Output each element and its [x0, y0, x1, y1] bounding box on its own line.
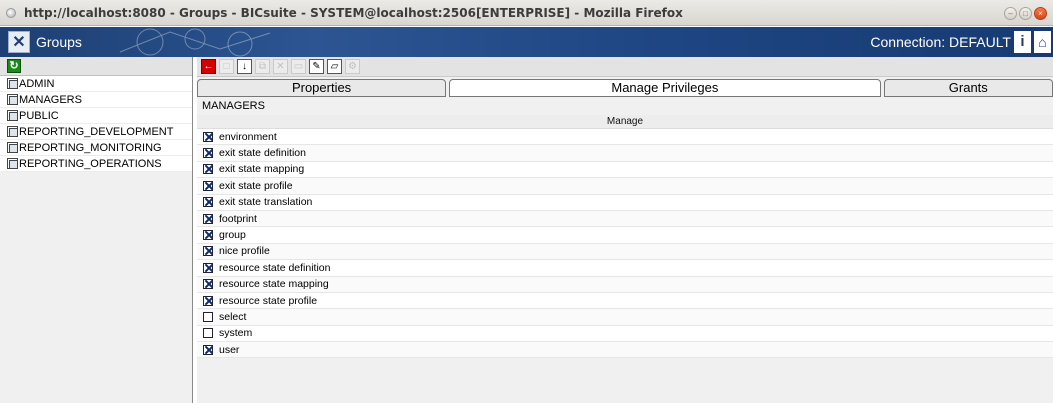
app-header: ✕ Groups Connection: DEFAULT i ⌂	[0, 27, 1053, 57]
privilege-row: system	[197, 325, 1053, 343]
privilege-checkbox[interactable]	[203, 213, 213, 224]
privilege-checkbox[interactable]	[203, 164, 213, 175]
privilege-label: exit state profile	[219, 179, 293, 192]
privilege-row: select	[197, 309, 1053, 326]
privilege-label: resource state mapping	[219, 278, 329, 291]
sidebar-item-label: REPORTING_OPERATIONS	[19, 157, 162, 170]
group-icon	[7, 126, 18, 137]
sidebar-item-reporting-monitoring[interactable]: REPORTING_MONITORING	[0, 140, 192, 156]
main-toolbar: ← □ ↓ ⧉ ✕ ▭ ✎ ▱ ⚙	[197, 57, 1053, 77]
privilege-checkbox[interactable]	[203, 197, 213, 208]
privilege-row: resource state mapping	[197, 276, 1053, 293]
group-icon	[7, 78, 18, 89]
privilege-row: group	[197, 227, 1053, 244]
group-icon	[7, 94, 18, 105]
close-button[interactable]: ×	[1034, 7, 1047, 20]
header-decoration-icon	[119, 28, 271, 57]
sidebar-item-label: PUBLIC	[19, 109, 59, 122]
maximize-button[interactable]: □	[1019, 7, 1032, 20]
home-icon[interactable]: ⌂	[1034, 31, 1051, 53]
sidebar-item-label: MANAGERS	[19, 93, 82, 106]
main-panel: ← □ ↓ ⧉ ✕ ▭ ✎ ▱ ⚙ Properties Manage Priv…	[197, 57, 1053, 403]
comment-icon[interactable]: ▱	[327, 59, 342, 74]
privilege-checkbox[interactable]	[203, 262, 213, 273]
sidebar-empty-area	[0, 172, 192, 403]
privilege-checkbox[interactable]	[203, 230, 213, 241]
privilege-row: exit state definition	[197, 145, 1053, 162]
sidebar-item-label: REPORTING_DEVELOPMENT	[19, 125, 174, 138]
privilege-label: user	[219, 343, 240, 356]
window-title: http://localhost:8080 - Groups - BICsuit…	[24, 5, 683, 20]
tab-grants[interactable]: Grants	[883, 79, 1053, 97]
tab-manage-privileges[interactable]: Manage Privileges	[449, 79, 881, 97]
connection-label: Connection: DEFAULT	[870, 34, 1011, 50]
privilege-row: exit state mapping	[197, 161, 1053, 179]
group-icon	[7, 110, 18, 121]
privileges-content: MANAGERS Manage environment exit state de…	[197, 97, 1053, 403]
sidebar-item-label: ADMIN	[19, 77, 55, 90]
privilege-row: environment	[197, 129, 1053, 146]
window-menu-icon[interactable]	[6, 7, 16, 18]
copy-icon[interactable]: ⧉	[255, 59, 270, 74]
privilege-row: exit state translation	[197, 194, 1053, 211]
groups-logo-icon: ✕	[8, 31, 30, 53]
rename-icon[interactable]: ▭	[291, 59, 306, 74]
delete-icon[interactable]: ✕	[273, 59, 288, 74]
group-icon	[7, 158, 18, 169]
manage-column-header: Manage	[197, 115, 1053, 129]
privilege-label: environment	[219, 130, 277, 143]
sidebar-item-public[interactable]: PUBLIC	[0, 108, 192, 124]
privilege-checkbox[interactable]	[203, 295, 213, 306]
sidebar-toolbar: ↻	[0, 57, 192, 76]
privilege-checkbox[interactable]	[203, 311, 213, 322]
group-name-label: MANAGERS	[197, 97, 1053, 115]
privilege-label: exit state mapping	[219, 163, 305, 176]
privilege-row: exit state profile	[197, 178, 1053, 195]
save-icon[interactable]: ↓	[237, 59, 252, 74]
privilege-row: footprint	[197, 210, 1053, 228]
sidebar-item-label: REPORTING_MONITORING	[19, 141, 162, 154]
info-icon[interactable]: i	[1014, 31, 1031, 53]
privilege-row: nice profile	[197, 243, 1053, 261]
sidebar: ↻ ADMIN MANAGERS PUBLIC REPORTING_DEVELO…	[0, 57, 193, 403]
minimize-button[interactable]: –	[1004, 7, 1017, 20]
privilege-row: resource state profile	[197, 292, 1053, 310]
app-title: Groups	[36, 34, 82, 50]
privilege-list: environment exit state definition exit sta…	[197, 129, 1053, 359]
privilege-row: user	[197, 342, 1053, 359]
sidebar-item-managers[interactable]: MANAGERS	[0, 92, 192, 108]
sidebar-item-reporting-development[interactable]: REPORTING_DEVELOPMENT	[0, 124, 192, 140]
privilege-label: system	[219, 327, 253, 340]
privilege-row: resource state definition	[197, 260, 1053, 277]
privilege-label: resource state definition	[219, 261, 331, 274]
privilege-label: exit state definition	[219, 147, 306, 160]
privilege-label: nice profile	[219, 245, 270, 258]
group-icon	[7, 142, 18, 153]
new-icon[interactable]: □	[219, 59, 234, 74]
privilege-checkbox[interactable]	[203, 148, 213, 159]
sidebar-item-reporting-operations[interactable]: REPORTING_OPERATIONS	[0, 156, 192, 172]
privilege-label: select	[219, 310, 247, 323]
privilege-label: exit state translation	[219, 196, 313, 209]
back-icon[interactable]: ←	[201, 59, 216, 74]
settings-icon[interactable]: ⚙	[345, 59, 360, 74]
privilege-checkbox[interactable]	[203, 246, 213, 257]
edit-icon[interactable]: ✎	[309, 59, 324, 74]
window-titlebar: http://localhost:8080 - Groups - BICsuit…	[0, 0, 1053, 26]
tab-bar: Properties Manage Privileges Grants	[197, 79, 1053, 97]
privilege-label: footprint	[219, 212, 257, 225]
privilege-label: group	[219, 229, 246, 242]
privilege-checkbox[interactable]	[203, 328, 213, 339]
privilege-checkbox[interactable]	[203, 279, 213, 290]
sidebar-item-admin[interactable]: ADMIN	[0, 76, 192, 92]
privilege-checkbox[interactable]	[203, 131, 213, 142]
refresh-icon[interactable]: ↻	[7, 59, 21, 73]
tab-properties[interactable]: Properties	[197, 79, 447, 97]
privilege-checkbox[interactable]	[203, 344, 213, 355]
privilege-label: resource state profile	[219, 294, 318, 307]
privilege-checkbox[interactable]	[203, 180, 213, 191]
group-tree: ADMIN MANAGERS PUBLIC REPORTING_DEVELOPM…	[0, 76, 192, 172]
